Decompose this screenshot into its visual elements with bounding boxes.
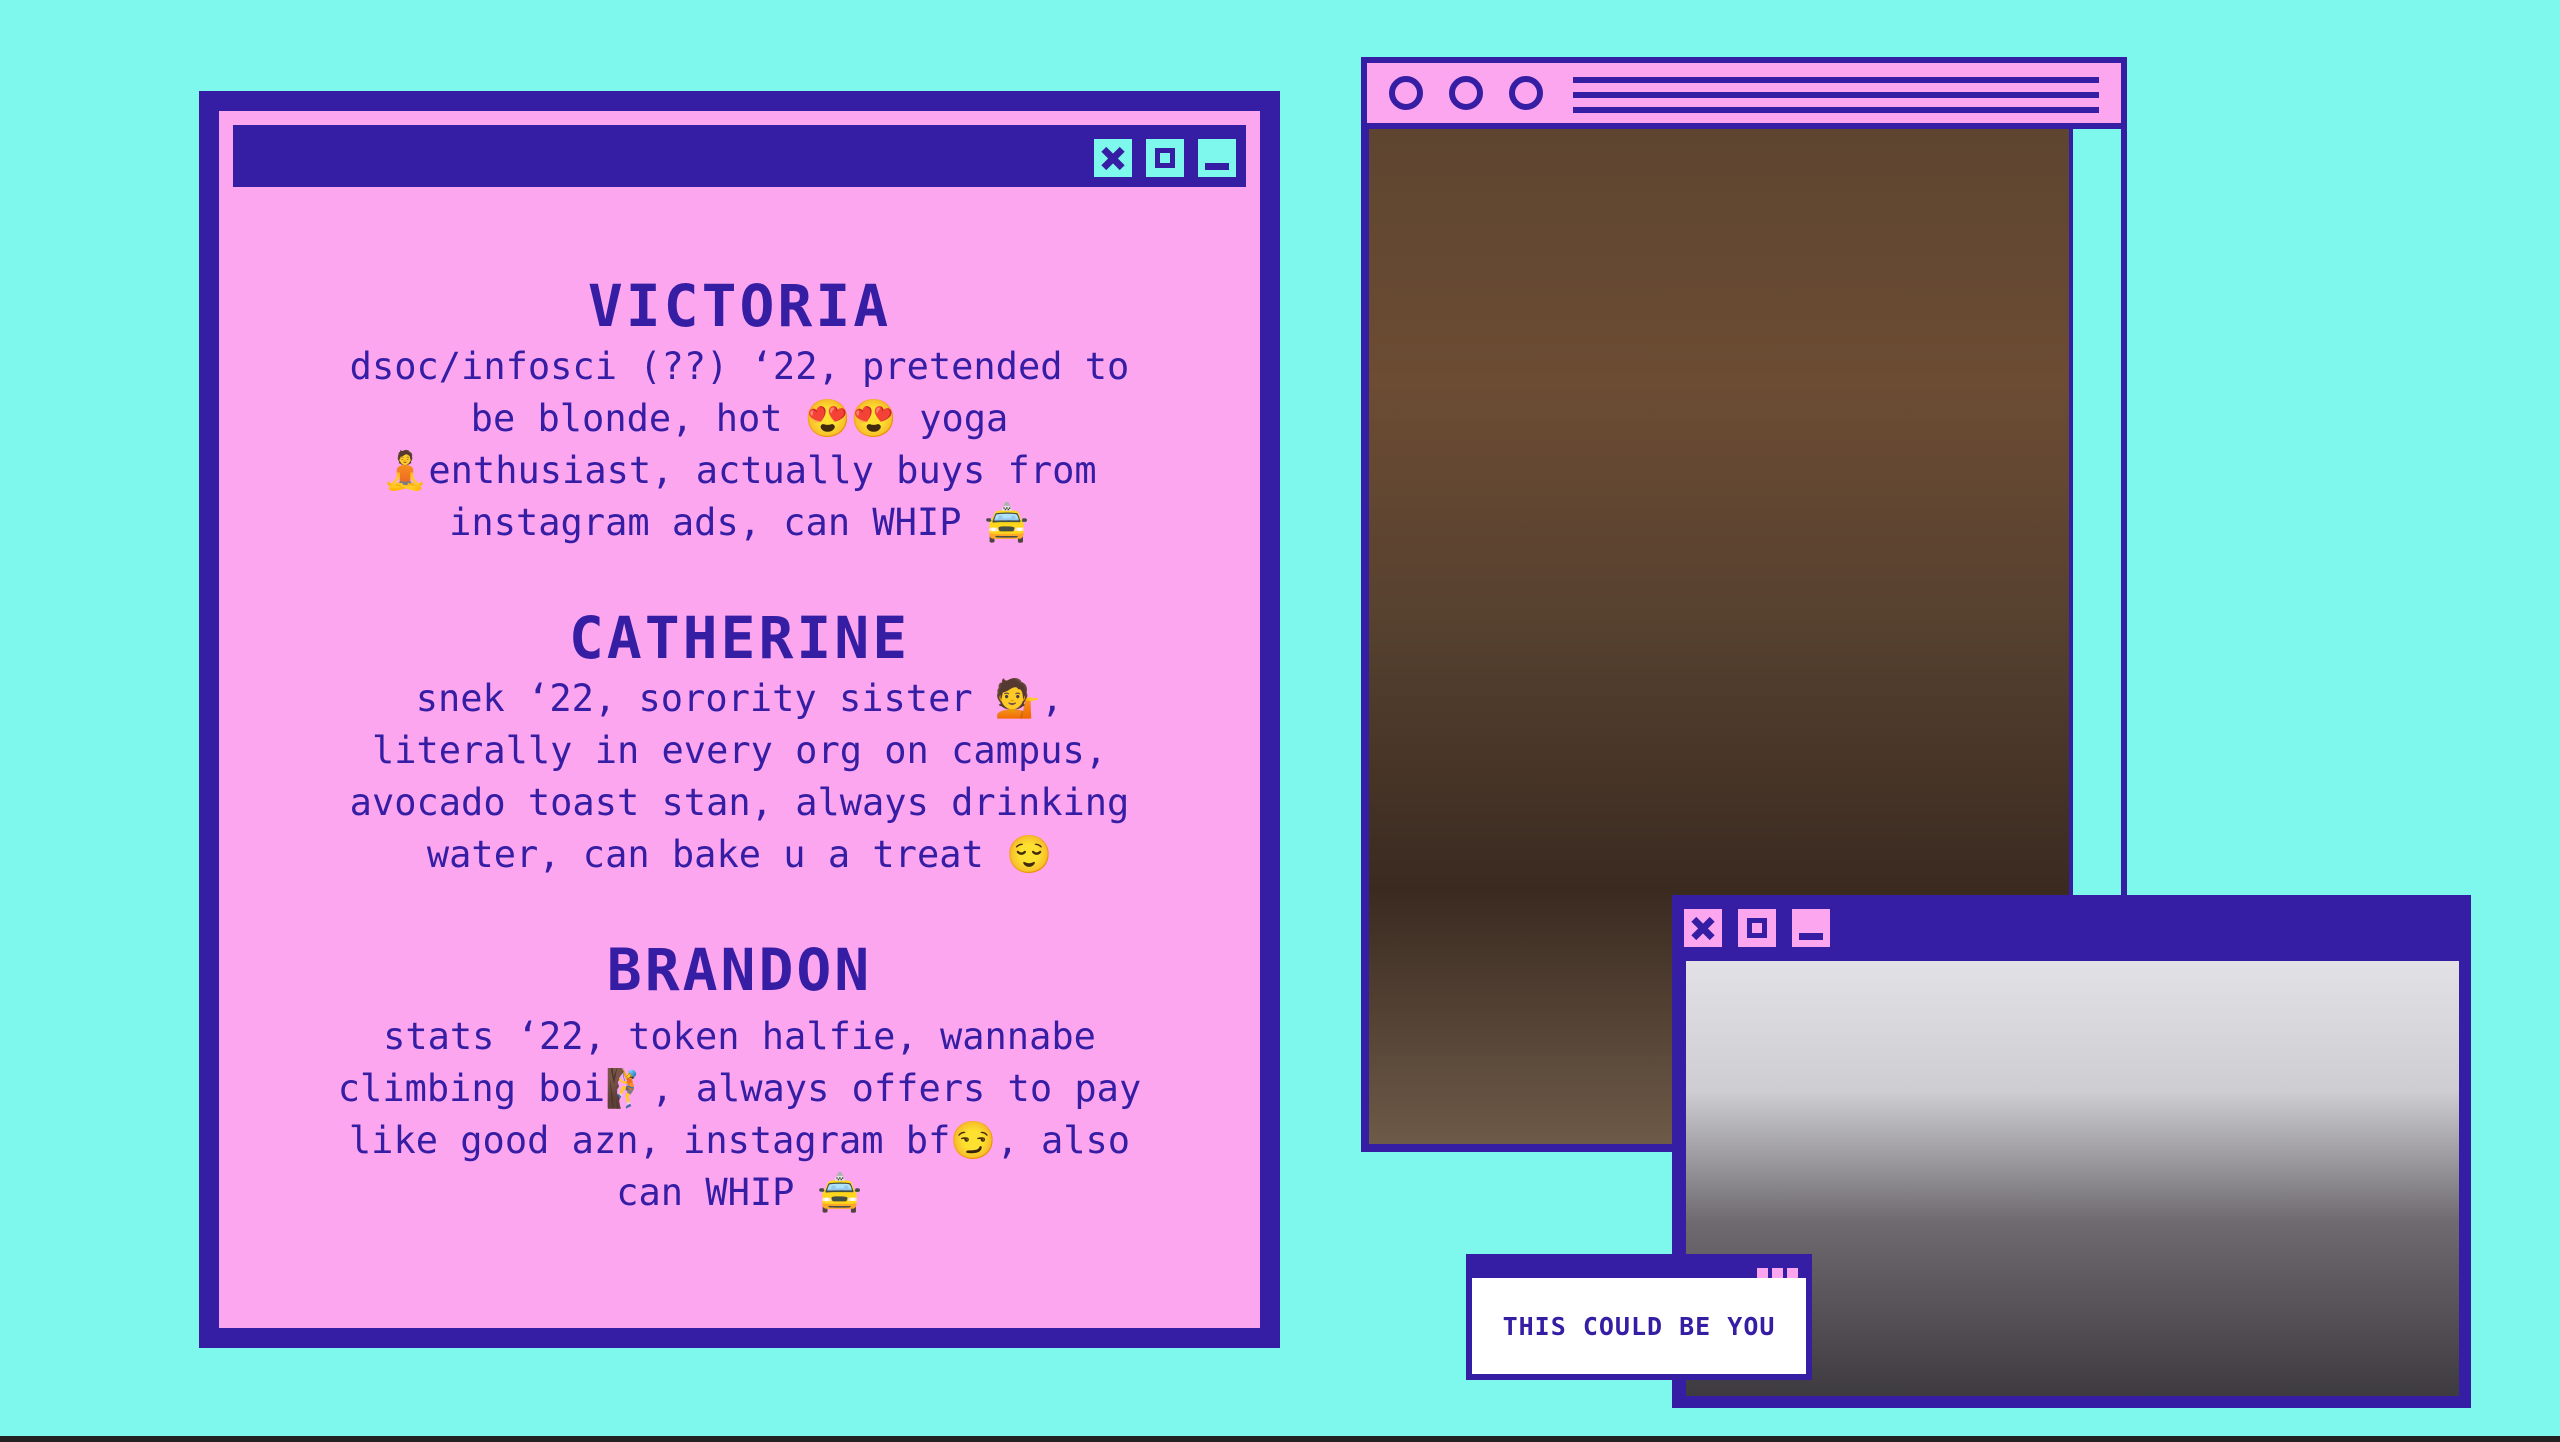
window-controls (1684, 909, 1830, 947)
bio-line: avocado toast stan, always drinking (349, 781, 1130, 824)
window-controls (1094, 139, 1236, 177)
photo-window-titlebar[interactable] (1367, 63, 2121, 123)
popup-window[interactable]: THIS COULD BE YOU (1466, 1254, 1812, 1380)
bio-name: VICTORIA (587, 272, 892, 340)
popup-body: THIS COULD BE YOU (1472, 1278, 1806, 1374)
bio-line: be blonde, hot 😍😍 yoga (470, 397, 1009, 440)
bio-victoria: VICTORIA dsoc/infosci (??) ‘22, pretende… (309, 271, 1170, 549)
circle-button-icon[interactable] (1389, 76, 1423, 110)
minimize-icon[interactable] (1792, 909, 1830, 947)
bio-catherine: CATHERINE snek ‘22, sorority sister 💁, l… (309, 603, 1170, 881)
bio-line: literally in every org on campus, (371, 729, 1108, 772)
bottom-rule (0, 1436, 2560, 1442)
bio-line: stats ‘22, token halfie, wannabe (383, 1015, 1096, 1058)
bio-line: climbing boi🧗, always offers to pay (337, 1067, 1142, 1110)
maximize-icon[interactable] (1146, 139, 1184, 177)
bio-content: VICTORIA dsoc/infosci (??) ‘22, pretende… (309, 271, 1170, 1219)
circle-button-icon[interactable] (1449, 76, 1483, 110)
titlebar-lines (1573, 77, 2099, 122)
popup-text: THIS COULD BE YOU (1502, 1311, 1776, 1341)
minimize-icon[interactable] (1198, 139, 1236, 177)
bio-line: can WHIP 🚖 (616, 1171, 863, 1214)
bio-name: BRANDON (606, 936, 873, 1004)
bio-brandon: BRANDON stats ‘22, token halfie, wannabe… (309, 935, 1170, 1219)
bio-line: instagram ads, can WHIP 🚖 (449, 501, 1030, 544)
bio-line: dsoc/infosci (??) ‘22, pretended to (349, 345, 1130, 388)
popup-titlebar (1472, 1260, 1806, 1279)
bio-window-body: VICTORIA dsoc/infosci (??) ‘22, pretende… (219, 111, 1260, 1328)
bio-name: CATHERINE (568, 604, 911, 672)
bio-line: 🧘enthusiast, actually buys from (382, 449, 1097, 492)
close-icon[interactable] (1684, 909, 1722, 947)
bio-line: like good azn, instagram bf😏, also (348, 1119, 1131, 1162)
bio-line: water, can bake u a treat 😌 (426, 833, 1053, 876)
bio-window: VICTORIA dsoc/infosci (??) ‘22, pretende… (199, 91, 1280, 1348)
close-icon[interactable] (1094, 139, 1132, 177)
bio-line: snek ‘22, sorority sister 💁, (415, 677, 1064, 720)
bio-window-titlebar[interactable] (233, 125, 1246, 187)
window-gap (2073, 129, 2121, 949)
circle-button-icon[interactable] (1509, 76, 1543, 110)
maximize-icon[interactable] (1738, 909, 1776, 947)
